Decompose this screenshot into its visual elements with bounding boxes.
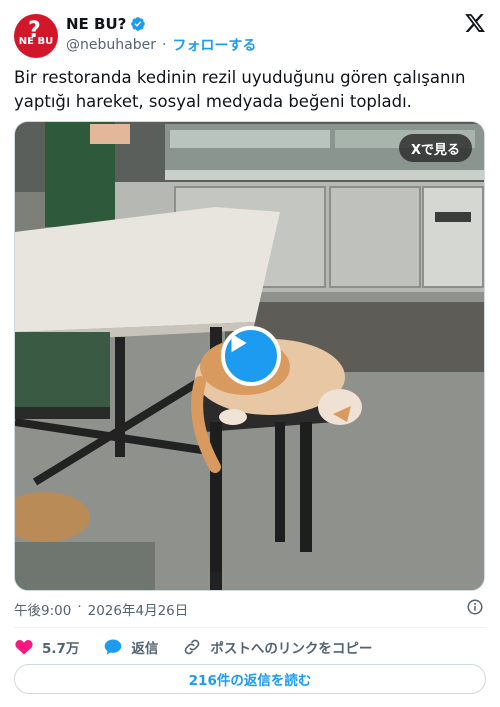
- separator-dot: ·: [161, 37, 167, 53]
- timestamp-separator: ·: [77, 599, 82, 615]
- follow-button[interactable]: フォローする: [172, 35, 256, 55]
- reply-button[interactable]: 返信: [103, 637, 158, 657]
- video-media[interactable]: Xで見る: [14, 121, 485, 591]
- divider: [14, 627, 486, 628]
- avatar[interactable]: ? NE BU: [14, 14, 58, 58]
- post-date: 2026年4月26日: [87, 603, 189, 619]
- play-icon: [231, 333, 247, 353]
- view-on-x-button[interactable]: Xで見る: [398, 134, 472, 162]
- post-timestamp[interactable]: 午後9:00 · 2026年4月26日: [14, 599, 188, 619]
- handle-row: @nebuhaber · フォローする: [66, 35, 256, 55]
- post-time: 午後9:00: [14, 603, 72, 619]
- display-name[interactable]: NE BU?: [66, 15, 126, 33]
- post-text: Bir restoranda kedinin rezil uyuduğunu g…: [14, 68, 466, 111]
- account-name-row: NE BU?: [66, 14, 146, 34]
- link-icon: [185, 639, 200, 655]
- read-replies-button[interactable]: 216件の返信を読む: [14, 664, 486, 694]
- copy-link-button[interactable]: ポストへのリンクをコピー: [182, 637, 372, 657]
- copy-link-label: ポストへのリンクをコピー: [210, 641, 373, 657]
- embedded-post-card: ? NE BU NE BU? @nebuhaber · フォローする Bir r…: [0, 0, 500, 707]
- play-button[interactable]: [221, 326, 281, 386]
- reply-bubble-icon: [105, 639, 122, 655]
- heart-icon: [15, 640, 33, 655]
- reply-label: 返信: [131, 641, 159, 657]
- avatar-logo-text: NE BU: [18, 36, 54, 47]
- info-icon[interactable]: [466, 598, 484, 616]
- like-count: 5.7万: [42, 641, 80, 657]
- account-handle[interactable]: @nebuhaber: [66, 37, 156, 53]
- verified-badge-icon: [131, 17, 146, 31]
- x-logo-icon[interactable]: [464, 12, 486, 34]
- like-button[interactable]: 5.7万: [14, 637, 79, 657]
- post-actions: 5.7万 返信 ポストへのリンクをコピー: [14, 636, 396, 658]
